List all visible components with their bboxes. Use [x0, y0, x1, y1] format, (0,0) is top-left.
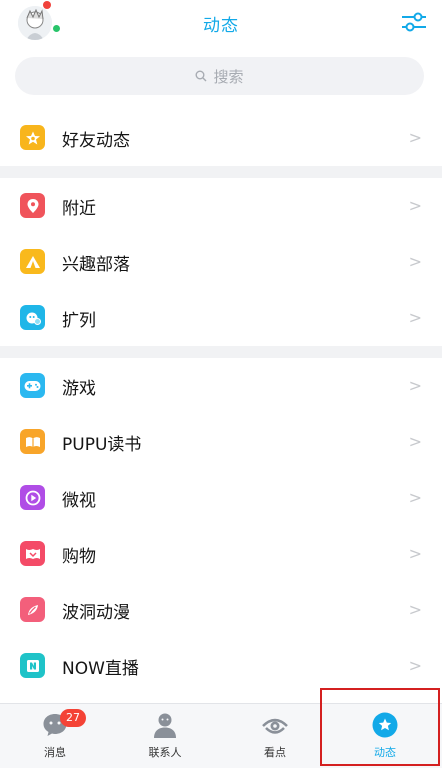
list-item-now-live[interactable]: NOW直播 > [0, 638, 442, 694]
list-item-label: 好友动态 [62, 131, 130, 151]
list-item-weishi[interactable]: 微视 > [0, 470, 442, 526]
highlight-box [320, 688, 440, 766]
tab-label: 消息 [44, 746, 66, 759]
list-item-label: 兴趣部落 [62, 255, 130, 275]
list-item-label: 附近 [62, 199, 96, 219]
chevron-right-icon: > [408, 656, 422, 675]
expand-friends-icon [20, 305, 45, 330]
list-item-label: NOW直播 [62, 659, 139, 679]
book-icon [20, 429, 45, 454]
feature-list: 好友动态 > 附近 > 兴趣部落 > 扩列 > 游戏 > PUPU读书 > 微视… [0, 110, 442, 694]
filter-settings-icon[interactable] [400, 10, 428, 34]
chevron-right-icon: > [408, 432, 422, 451]
play-icon [20, 485, 45, 510]
search-bar[interactable]: 搜索 [15, 57, 424, 95]
tab-kandian[interactable]: 看点 [220, 704, 330, 768]
list-item-label: 微视 [62, 491, 96, 511]
page-title: 动态 [203, 16, 239, 36]
chevron-right-icon: > [408, 128, 422, 147]
search-placeholder: 搜索 [213, 67, 244, 86]
list-item-pupu-reading[interactable]: PUPU读书 > [0, 414, 442, 470]
list-item-friend-feed[interactable]: 好友动态 > [0, 110, 442, 166]
list-item-expand-friends[interactable]: 扩列 > [0, 290, 442, 346]
top-bar: 动态 [0, 0, 442, 46]
list-item-nearby[interactable]: 附近 > [0, 178, 442, 234]
chevron-right-icon: > [408, 376, 422, 395]
list-item-interest-tribe[interactable]: 兴趣部落 > [0, 234, 442, 290]
list-item-label: 扩列 [62, 311, 96, 331]
shopping-bag-icon [20, 541, 45, 566]
chevron-right-icon: > [408, 252, 422, 271]
star-icon [20, 125, 45, 150]
tab-label: 联系人 [148, 746, 182, 759]
person-icon [154, 713, 176, 738]
list-item-label: PUPU读书 [62, 435, 142, 455]
tab-label: 看点 [264, 746, 286, 759]
list-item-label: 购物 [62, 547, 96, 567]
tab-messages[interactable]: 27 消息 [0, 704, 110, 768]
tent-icon [20, 249, 45, 274]
section-divider [0, 166, 442, 178]
tab-contacts[interactable]: 联系人 [110, 704, 220, 768]
chevron-right-icon: > [408, 544, 422, 563]
unread-count-badge: 27 [60, 709, 86, 727]
list-item-bodong-anime[interactable]: 波洞动漫 > [0, 582, 442, 638]
list-item-shopping[interactable]: 购物 > [0, 526, 442, 582]
chevron-right-icon: > [408, 600, 422, 619]
section-divider [0, 346, 442, 358]
chevron-right-icon: > [408, 308, 422, 327]
live-icon [20, 653, 45, 678]
notification-dot [43, 1, 51, 9]
location-pin-icon [20, 193, 45, 218]
list-item-label: 游戏 [62, 379, 96, 399]
eye-icon [262, 718, 288, 734]
gamepad-icon [20, 373, 45, 398]
list-item-label: 波洞动漫 [62, 603, 130, 623]
chevron-right-icon: > [408, 196, 422, 215]
anime-icon [20, 597, 45, 622]
chevron-right-icon: > [408, 488, 422, 507]
list-item-games[interactable]: 游戏 > [0, 358, 442, 414]
search-icon [195, 70, 207, 82]
